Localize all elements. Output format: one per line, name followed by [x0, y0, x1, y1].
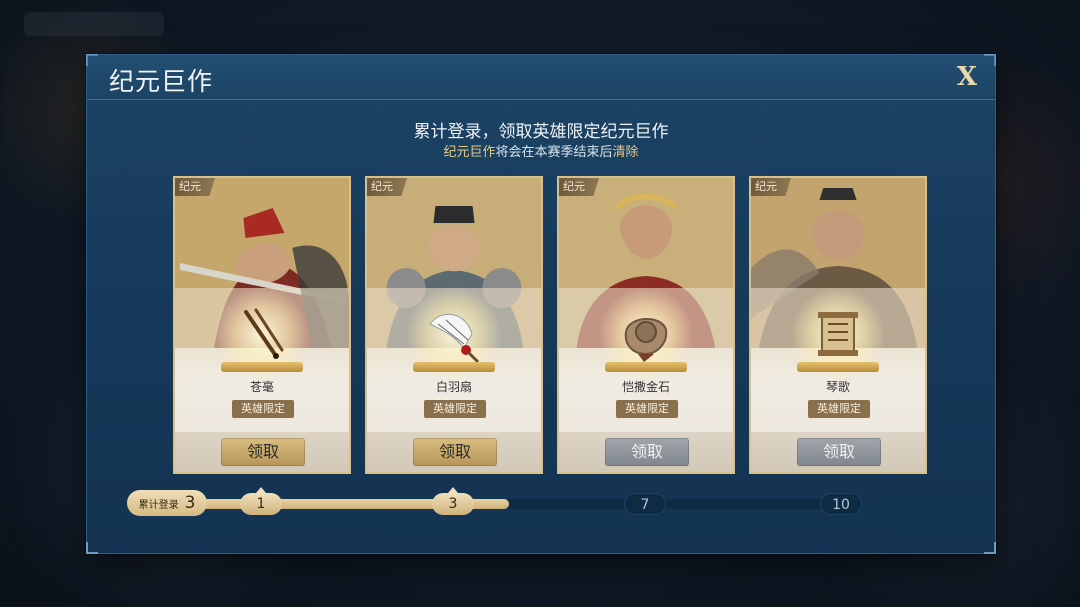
subtitle-text: 将会在本赛季结束后 [495, 145, 613, 160]
item-name: 琴歌 [825, 380, 850, 394]
era-tag: 纪元 [751, 178, 791, 196]
reward-card: 纪元 苍毫 英雄限定 领取 [173, 176, 351, 474]
era-tag: 纪元 [367, 178, 407, 196]
card-footer: 领取 [751, 432, 925, 472]
subtitle-note: 纪元巨作将会在本赛季结束后清除 [87, 141, 995, 160]
claim-button[interactable]: 领取 [221, 438, 305, 466]
progress-node-label: 7 [640, 497, 650, 513]
item-name: 恺撒金石 [621, 380, 670, 394]
hero-limited-badge: 英雄限定 [232, 400, 294, 418]
hero-limited-badge: 英雄限定 [808, 400, 870, 418]
cumulative-login-label: 累计登录 [138, 499, 179, 511]
card-footer: 领取 [559, 432, 733, 472]
close-button[interactable]: X [951, 61, 983, 93]
progress-node-label: 3 [448, 496, 458, 512]
item-pedestal [605, 362, 687, 372]
card-footer: 领取 [175, 432, 349, 472]
claim-button[interactable]: 领取 [605, 438, 689, 466]
stone-icon [616, 304, 676, 364]
progress-node: 7 [624, 493, 666, 515]
dialog-title: 纪元巨作 [109, 67, 214, 96]
brush-icon [232, 304, 292, 364]
feather-fan-icon [424, 304, 484, 364]
hero-limited-badge: 英雄限定 [424, 400, 486, 418]
progress-node-label: 1 [256, 496, 266, 512]
corner-decoration [984, 542, 996, 554]
subtitle-main: 累计登录，领取英雄限定纪元巨作 [413, 122, 669, 142]
node-pointer-icon [448, 487, 458, 493]
cumulative-login-badge: 累计登录 3 [127, 490, 207, 516]
dialog-header: 纪元巨作 X [87, 55, 995, 100]
reward-card: 纪元 恺撒金石 英雄限定 领取 [557, 176, 735, 474]
hero-limited-badge: 英雄限定 [616, 400, 678, 418]
subtitle-highlight-clear: 清除 [612, 145, 639, 160]
era-tag: 纪元 [559, 178, 599, 196]
reward-card: 纪元 琴歌 英雄限定 领取 [749, 176, 927, 474]
corner-decoration [86, 542, 98, 554]
item-pedestal [413, 362, 495, 372]
item-name: 白羽扇 [435, 380, 472, 394]
claim-button[interactable]: 领取 [413, 438, 497, 466]
progress-node: 10 [820, 493, 862, 515]
cumulative-login-count: 3 [184, 493, 196, 513]
progress-node-label: 10 [832, 497, 850, 513]
progress-node: 3 [432, 487, 474, 515]
reward-card: 纪元 白羽扇 英雄限定 领取 [365, 176, 543, 474]
item-pedestal [221, 362, 303, 372]
era-tag: 纪元 [175, 178, 215, 196]
card-footer: 领取 [367, 432, 541, 472]
reward-dialog: 纪元巨作 X 累计登录，领取英雄限定纪元巨作 纪元巨作将会在本赛季结束后清除 纪… [86, 54, 996, 554]
login-progress: 累计登录 3 1 3 7 10 [127, 487, 867, 520]
subtitle-highlight-name: 纪元巨作 [443, 145, 496, 160]
progress-node: 1 [240, 487, 282, 515]
item-pedestal [797, 362, 879, 372]
scroll-icon [808, 304, 868, 364]
node-pointer-icon [256, 487, 266, 493]
claim-button[interactable]: 领取 [797, 438, 881, 466]
item-name: 苍毫 [249, 380, 274, 394]
